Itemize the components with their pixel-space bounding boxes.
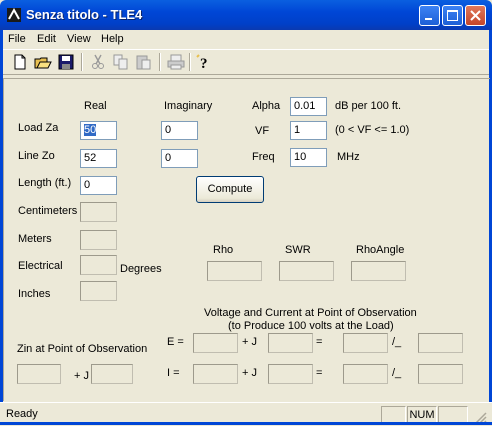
e-imag-output bbox=[268, 333, 313, 353]
meters-label: Meters bbox=[18, 233, 52, 245]
minimize-icon bbox=[425, 18, 432, 20]
line-real-input[interactable]: 52 bbox=[80, 149, 117, 168]
menu-edit[interactable]: Edit bbox=[37, 33, 56, 45]
imaginary-header: Imaginary bbox=[164, 100, 213, 112]
maximize-button[interactable] bbox=[442, 5, 463, 26]
load-real-value: 50 bbox=[84, 124, 97, 136]
menu-bar: File Edit View Help bbox=[3, 30, 489, 48]
centimeters-output bbox=[80, 202, 117, 222]
menu-view[interactable]: View bbox=[67, 33, 91, 45]
toolbar: ? bbox=[3, 49, 489, 75]
i-label: I = bbox=[167, 367, 180, 379]
e-angle-output bbox=[418, 333, 463, 353]
zin-label: Zin at Point of Observation bbox=[17, 343, 148, 355]
menu-help[interactable]: Help bbox=[101, 33, 124, 45]
freq-label: Freq bbox=[252, 151, 275, 163]
rho-label: Rho bbox=[213, 244, 234, 256]
i-magnitude-output bbox=[343, 364, 388, 384]
zin-imag-output bbox=[91, 364, 133, 384]
electrical-output bbox=[80, 255, 117, 275]
compute-button[interactable]: Compute bbox=[196, 176, 264, 203]
alpha-label: Alpha bbox=[252, 100, 281, 112]
vf-input[interactable]: 1 bbox=[290, 121, 327, 140]
swr-label: SWR bbox=[285, 244, 311, 256]
freq-unit: MHz bbox=[337, 151, 360, 163]
electrical-label: Electrical bbox=[18, 260, 63, 272]
length-label: Length (ft.) bbox=[18, 177, 72, 189]
toolbar-separator bbox=[81, 53, 83, 71]
toolbar-separator bbox=[159, 53, 161, 71]
toolbar-separator bbox=[189, 53, 191, 71]
e-angle-label: /_ bbox=[392, 336, 402, 348]
open-icon[interactable] bbox=[34, 53, 52, 71]
vf-range: (0 < VF <= 1.0) bbox=[335, 124, 410, 136]
length-input[interactable]: 0 bbox=[80, 176, 117, 195]
i-real-output bbox=[193, 364, 238, 384]
line-label: Line Zo bbox=[18, 150, 55, 162]
observation-title: Voltage and Current at Point of Observat… bbox=[204, 307, 417, 319]
freq-input[interactable]: 10 bbox=[290, 148, 327, 167]
status-text: Ready bbox=[6, 408, 38, 420]
zin-j-label: + J bbox=[74, 370, 89, 382]
i-imag-output bbox=[268, 364, 313, 384]
new-icon[interactable] bbox=[11, 53, 29, 71]
e-j-label: + J bbox=[242, 336, 257, 348]
rhoangle-label: RhoAngle bbox=[356, 244, 405, 256]
zin-real-output bbox=[17, 364, 61, 384]
help-icon[interactable]: ? bbox=[195, 53, 213, 71]
app-icon bbox=[7, 7, 21, 22]
print-icon[interactable] bbox=[167, 53, 185, 71]
paste-icon[interactable] bbox=[135, 53, 153, 71]
i-angle-output bbox=[418, 364, 463, 384]
window-title: Senza titolo - TLE4 bbox=[26, 7, 143, 22]
observation-subtitle: (to Produce 100 volts at the Load) bbox=[228, 320, 394, 332]
centimeters-label: Centimeters bbox=[18, 205, 78, 217]
save-icon[interactable] bbox=[57, 53, 75, 71]
degrees-label: Degrees bbox=[120, 263, 162, 275]
alpha-unit: dB per 100 ft. bbox=[335, 100, 402, 112]
vf-label: VF bbox=[255, 125, 270, 137]
alpha-input[interactable]: 0.01 bbox=[290, 97, 327, 116]
svg-text:?: ? bbox=[200, 56, 208, 71]
copy-icon[interactable] bbox=[112, 53, 130, 71]
menu-file[interactable]: File bbox=[8, 33, 26, 45]
e-equals-label: = bbox=[316, 336, 323, 348]
load-label: Load Za bbox=[18, 122, 59, 134]
minimize-button[interactable] bbox=[419, 5, 440, 26]
e-magnitude-output bbox=[343, 333, 388, 353]
title-bar[interactable]: Senza titolo - TLE4 bbox=[0, 0, 492, 30]
inches-output bbox=[80, 281, 117, 301]
i-angle-label: /_ bbox=[392, 367, 402, 379]
close-icon bbox=[470, 10, 481, 21]
load-real-input[interactable]: 50 bbox=[80, 121, 117, 140]
e-real-output bbox=[193, 333, 238, 353]
rho-output bbox=[207, 261, 262, 281]
maximize-icon bbox=[447, 10, 458, 21]
close-button[interactable] bbox=[465, 5, 486, 26]
load-imag-input[interactable]: 0 bbox=[161, 121, 198, 140]
line-imag-input[interactable]: 0 bbox=[161, 149, 198, 168]
e-label: E = bbox=[167, 336, 184, 348]
rhoangle-output bbox=[351, 261, 406, 281]
swr-output bbox=[279, 261, 334, 281]
i-j-label: + J bbox=[242, 367, 257, 379]
real-header: Real bbox=[84, 100, 107, 112]
cut-icon[interactable] bbox=[89, 53, 107, 71]
meters-output bbox=[80, 230, 117, 250]
inches-label: Inches bbox=[18, 288, 51, 300]
i-equals-label: = bbox=[316, 367, 323, 379]
